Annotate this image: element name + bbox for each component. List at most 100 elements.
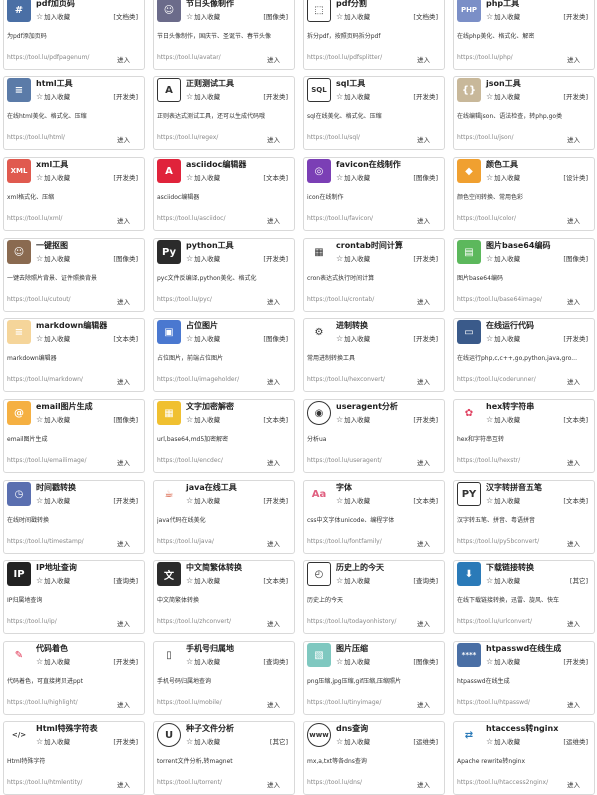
- enter-button[interactable]: 进入: [267, 457, 280, 467]
- tool-card[interactable]: Aa 字体 ☆加入收藏 [文本类] css中文字体unicode、编程字体 https:/…: [303, 480, 445, 554]
- enter-button[interactable]: 进入: [267, 376, 280, 386]
- tool-url[interactable]: https://tool.lu/java/: [157, 538, 214, 545]
- tool-title[interactable]: 文字加密解密: [186, 401, 234, 412]
- enter-button[interactable]: 进入: [417, 134, 430, 144]
- tool-title[interactable]: markdown编辑器: [36, 320, 107, 331]
- tool-url[interactable]: https://tool.lu/markdown/: [7, 376, 83, 383]
- tool-card[interactable]: ☕ java在线工具 ☆加入收藏 [开发类] java代码在线美化 https://too…: [153, 480, 295, 554]
- tool-url[interactable]: https://tool.lu/pdfpagenum/: [7, 54, 89, 61]
- enter-button[interactable]: 进入: [117, 215, 130, 225]
- tool-card[interactable]: Aasciidoc编辑器 ☆加入收藏 [文本类] asciidoc编辑器 https:/…: [153, 157, 295, 231]
- favorite-button[interactable]: ☆加入收藏: [36, 414, 70, 424]
- favorite-button[interactable]: ☆加入收藏: [186, 656, 220, 666]
- enter-button[interactable]: 进入: [567, 376, 580, 386]
- tool-card[interactable]: ⇄ htaccess转nginx ☆加入收藏 [运维类] Apache rewrite转…: [453, 721, 595, 795]
- tool-url[interactable]: https://tool.lu/favicon/: [307, 215, 373, 222]
- tool-title[interactable]: hex转字符串: [486, 401, 534, 412]
- enter-button[interactable]: 进入: [417, 296, 430, 306]
- favorite-button[interactable]: ☆加入收藏: [336, 11, 370, 21]
- tool-title[interactable]: 在线运行代码: [486, 320, 534, 331]
- enter-button[interactable]: 进入: [567, 134, 580, 144]
- favorite-button[interactable]: ☆加入收藏: [186, 414, 220, 424]
- tool-title[interactable]: html工具: [36, 78, 73, 89]
- favorite-button[interactable]: ☆加入收藏: [186, 333, 220, 343]
- favorite-button[interactable]: ☆加入收藏: [336, 736, 370, 746]
- tool-url[interactable]: https://tool.lu/color/: [457, 215, 516, 222]
- favorite-button[interactable]: ☆加入收藏: [336, 172, 370, 182]
- favorite-button[interactable]: ☆加入收藏: [486, 575, 520, 585]
- tool-title[interactable]: 中文简繁体转换: [186, 562, 242, 573]
- tool-url[interactable]: https://tool.lu/hexstr/: [457, 457, 520, 464]
- tool-card[interactable]: SQL sql工具 ☆加入收藏 [开发类] sql在线美化、格式化、压缩 https://…: [303, 76, 445, 150]
- tool-card[interactable]: # pdf加页码 ☆加入收藏 [文档类] 为pdf添加页码 https://tool.lu…: [3, 0, 145, 70]
- enter-button[interactable]: 进入: [267, 134, 280, 144]
- enter-button[interactable]: 进入: [267, 699, 280, 709]
- tool-card[interactable]: ◎ favicon在线制作 ☆加入收藏 [图像类] icon在线制作 https://to…: [303, 157, 445, 231]
- enter-button[interactable]: 进入: [267, 54, 280, 64]
- tool-url[interactable]: https://tool.lu/xml/: [7, 215, 62, 222]
- tool-card[interactable]: **** htpasswd在线生成 ☆加入收藏 [开发类] htpasswd在线生成 ht…: [453, 641, 595, 715]
- tool-url[interactable]: https://tool.lu/torrent/: [157, 779, 222, 786]
- tool-url[interactable]: https://tool.lu/timestamp/: [7, 538, 84, 545]
- tool-card[interactable]: ⬇ 下载链接转换 ☆加入收藏 [其它] 在线下载链接转换，迅雷、旋风、快车 https:/…: [453, 560, 595, 634]
- tool-url[interactable]: https://tool.lu/zhconvert/: [157, 618, 231, 625]
- enter-button[interactable]: 进入: [417, 699, 430, 709]
- favorite-button[interactable]: ☆加入收藏: [186, 11, 220, 21]
- favorite-button[interactable]: ☆加入收藏: [36, 172, 70, 182]
- tool-url[interactable]: https://tool.lu/mobile/: [157, 699, 222, 706]
- favorite-button[interactable]: ☆加入收藏: [36, 253, 70, 263]
- tool-title[interactable]: pdf加页码: [36, 0, 75, 9]
- favorite-button[interactable]: ☆加入收藏: [336, 575, 370, 585]
- tool-url[interactable]: https://tool.lu/tinyimage/: [307, 699, 381, 706]
- tool-card[interactable]: ▧ 图片压缩 ☆加入收藏 [图像类] png压缩,jpg压缩,gif压缩,压缩照片 htt…: [303, 641, 445, 715]
- tool-card[interactable]: ☺ 节日头像制作 ☆加入收藏 [图像类] 节日头像制作，国庆节、圣诞节、春节头像 http…: [153, 0, 295, 70]
- favorite-button[interactable]: ☆加入收藏: [336, 656, 370, 666]
- tool-title[interactable]: 字体: [336, 482, 352, 493]
- tool-card[interactable]: ▦ crontab时间计算 ☆加入收藏 [开发类] cron表达式执行时间计算 https…: [303, 238, 445, 312]
- tool-url[interactable]: https://tool.lu/htmlentity/: [7, 779, 82, 786]
- tool-title[interactable]: useragent分析: [336, 401, 398, 412]
- favorite-button[interactable]: ☆加入收藏: [486, 656, 520, 666]
- favorite-button[interactable]: ☆加入收藏: [486, 414, 520, 424]
- tool-card[interactable]: {} json工具 ☆加入收藏 [开发类] 在线编辑json、语法检查，转php,go类…: [453, 76, 595, 150]
- tool-title[interactable]: IP地址查询: [36, 562, 77, 573]
- tool-url[interactable]: https://tool.lu/dns/: [307, 779, 362, 786]
- tool-url[interactable]: https://tool.lu/emailimage/: [7, 457, 87, 464]
- tool-title[interactable]: crontab时间计算: [336, 240, 403, 251]
- tool-card[interactable]: A 正则测试工具 ☆加入收藏 [开发类] 正则表达式测试工具，还可以生成代码哦 https…: [153, 76, 295, 150]
- enter-button[interactable]: 进入: [117, 376, 130, 386]
- tool-card[interactable]: ▭ 在线运行代码 ☆加入收藏 [开发类] 在线运行php,c,c++,go,python…: [453, 318, 595, 392]
- favorite-button[interactable]: ☆加入收藏: [336, 414, 370, 424]
- tool-url[interactable]: https://tool.lu/htpasswd/: [457, 699, 530, 706]
- enter-button[interactable]: 进入: [567, 538, 580, 548]
- enter-button[interactable]: 进入: [567, 54, 580, 64]
- favorite-button[interactable]: ☆加入收藏: [186, 253, 220, 263]
- enter-button[interactable]: 进入: [567, 699, 580, 709]
- tool-title[interactable]: 下载链接转换: [486, 562, 534, 573]
- tool-title[interactable]: htpasswd在线生成: [486, 643, 561, 654]
- tool-card[interactable]: ☺ 一键抠图 ☆加入收藏 [图像类] 一键去除照片背景、证件照换背景 https://to…: [3, 238, 145, 312]
- tool-card[interactable]: ⚙ 进制转换 ☆加入收藏 [开发类] 常用进制转换工具 https://tool.lu/h…: [303, 318, 445, 392]
- enter-button[interactable]: 进入: [567, 296, 580, 306]
- enter-button[interactable]: 进入: [117, 618, 130, 628]
- tool-url[interactable]: https://tool.lu/encdec/: [157, 457, 223, 464]
- tool-card[interactable]: ≡ markdown编辑器 ☆加入收藏 [文本类] markdown编辑器 https:/…: [3, 318, 145, 392]
- tool-url[interactable]: https://tool.lu/cutout/: [7, 296, 71, 303]
- tool-url[interactable]: https://tool.lu/base64image/: [457, 296, 542, 303]
- tool-url[interactable]: https://tool.lu/htaccess2nginx/: [457, 779, 548, 786]
- tool-card[interactable]: XML xml工具 ☆加入收藏 [开发类] xml格式化、压缩 https://tool.…: [3, 157, 145, 231]
- tool-url[interactable]: https://tool.lu/avatar/: [157, 54, 221, 61]
- tool-card[interactable]: Py python工具 ☆加入收藏 [开发类] pyc文件反编译,python美化、格式…: [153, 238, 295, 312]
- favorite-button[interactable]: ☆加入收藏: [186, 91, 220, 101]
- tool-title[interactable]: favicon在线制作: [336, 159, 401, 170]
- favorite-button[interactable]: ☆加入收藏: [486, 172, 520, 182]
- tool-card[interactable]: ◉ useragent分析 ☆加入收藏 [开发类] 分析ua https://tool.l…: [303, 399, 445, 473]
- favorite-button[interactable]: ☆加入收藏: [336, 495, 370, 505]
- favorite-button[interactable]: ☆加入收藏: [486, 333, 520, 343]
- enter-button[interactable]: 进入: [117, 134, 130, 144]
- favorite-button[interactable]: ☆加入收藏: [336, 91, 370, 101]
- tool-card[interactable]: IP IP地址查询 ☆加入收藏 [查询类] IP归属地查询 https://tool.lu…: [3, 560, 145, 634]
- tool-title[interactable]: 汉字转拼音五笔: [486, 482, 542, 493]
- enter-button[interactable]: 进入: [567, 457, 580, 467]
- enter-button[interactable]: 进入: [417, 215, 430, 225]
